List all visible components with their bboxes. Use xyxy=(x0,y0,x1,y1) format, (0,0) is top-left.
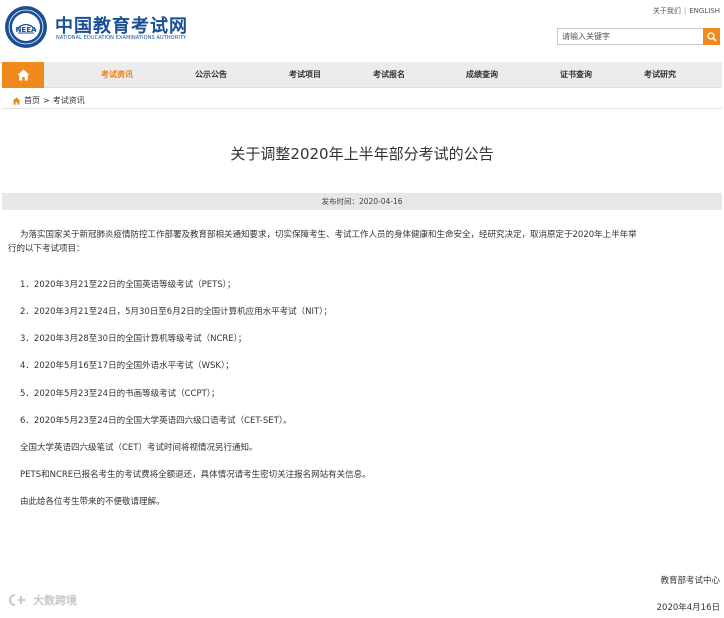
signature-date: 2020年4月16日 xyxy=(656,603,720,613)
nav-item-registration[interactable]: 考试报名 xyxy=(373,62,405,88)
list-item: 4．2020年5月16至17日的全国外语水平考试（WSK）； xyxy=(20,361,234,371)
site-header: NEEA 中国教育考试网 NATIONAL EDUCATION EXAMINAT… xyxy=(0,0,724,60)
list-item: 2．2020年3月21至24日，5月30日至6月2日的全国计算机应用水平考试（N… xyxy=(20,307,332,317)
publish-time: 发布时间：2020-04-16 xyxy=(2,193,722,210)
nav-item-exam-news[interactable]: 考试资讯 xyxy=(101,62,133,88)
watermark-text: 大数跨境 xyxy=(33,594,77,607)
nav-item-certificate-query[interactable]: 证书查询 xyxy=(560,62,592,88)
watermark: 大数跨境 xyxy=(8,592,77,608)
nav-item-score-query[interactable]: 成绩查询 xyxy=(466,62,498,88)
main-nav: 考试资讯 公示公告 考试项目 考试报名 成绩查询 证书查询 考试研究 xyxy=(2,62,722,88)
list-item: 3．2020年3月28至30日的全国计算机等级考试（NCRE）； xyxy=(20,334,247,344)
list-item: 6．2020年5月23至24日的全国大学英语四六级口语考试（CET-SET）。 xyxy=(20,416,292,426)
nav-item-exam-projects[interactable]: 考试项目 xyxy=(289,62,321,88)
english-link[interactable]: ENGLISH xyxy=(689,7,720,15)
refund-note: PETS和NCRE已报名考生的考试费将全额退还，具体情况请考生密切关注报名网站有… xyxy=(20,470,371,480)
closing-note: 由此给各位考生带来的不便敬请理解。 xyxy=(20,497,165,507)
nav-home-button[interactable] xyxy=(2,62,44,88)
breadcrumb-separator: > xyxy=(43,96,50,105)
intro-paragraph-line2: 行的以下考试项目： xyxy=(8,244,85,254)
breadcrumb: 首页 > 考试资讯 xyxy=(12,95,85,106)
neea-emblem-icon[interactable]: NEEA xyxy=(4,5,48,49)
search-box xyxy=(557,28,720,45)
breadcrumb-home-icon xyxy=(12,96,21,105)
cet-note: 全国大学英语四六级笔试（CET）考试时间将视情况另行通知。 xyxy=(20,443,258,453)
breadcrumb-home-link[interactable]: 首页 xyxy=(24,95,40,106)
watermark-logo-icon xyxy=(9,594,25,606)
nav-item-announcements[interactable]: 公示公告 xyxy=(195,62,227,88)
nav-item-exam-research[interactable]: 考试研究 xyxy=(644,62,676,88)
divider: | xyxy=(683,7,687,15)
top-links: 关于我们 | ENGLISH xyxy=(653,6,720,16)
about-us-link[interactable]: 关于我们 xyxy=(653,7,681,15)
site-logo-subtitle: NATIONAL EDUCATION EXAMINATIONS AUTHORIT… xyxy=(56,35,187,41)
divider xyxy=(2,108,722,109)
home-icon xyxy=(17,69,29,81)
search-button[interactable] xyxy=(703,28,720,45)
list-item: 5．2020年5月23至24日的书画等级考试（CCPT）； xyxy=(20,389,220,399)
signature-org: 教育部考试中心 xyxy=(660,576,720,586)
search-input[interactable] xyxy=(557,28,703,45)
emblem-text: NEEA xyxy=(16,26,37,34)
intro-paragraph-line1: 为落实国家关于新冠肺炎疫情防控工作部署及教育部相关通知要求，切实保障考生、考试工… xyxy=(20,230,637,240)
list-item: 1．2020年3月21至22日的全国英语等级考试（PETS）； xyxy=(20,280,236,290)
breadcrumb-current[interactable]: 考试资讯 xyxy=(53,95,85,106)
search-icon xyxy=(706,31,717,42)
article-title: 关于调整2020年上半年部分考试的公告 xyxy=(230,145,494,163)
